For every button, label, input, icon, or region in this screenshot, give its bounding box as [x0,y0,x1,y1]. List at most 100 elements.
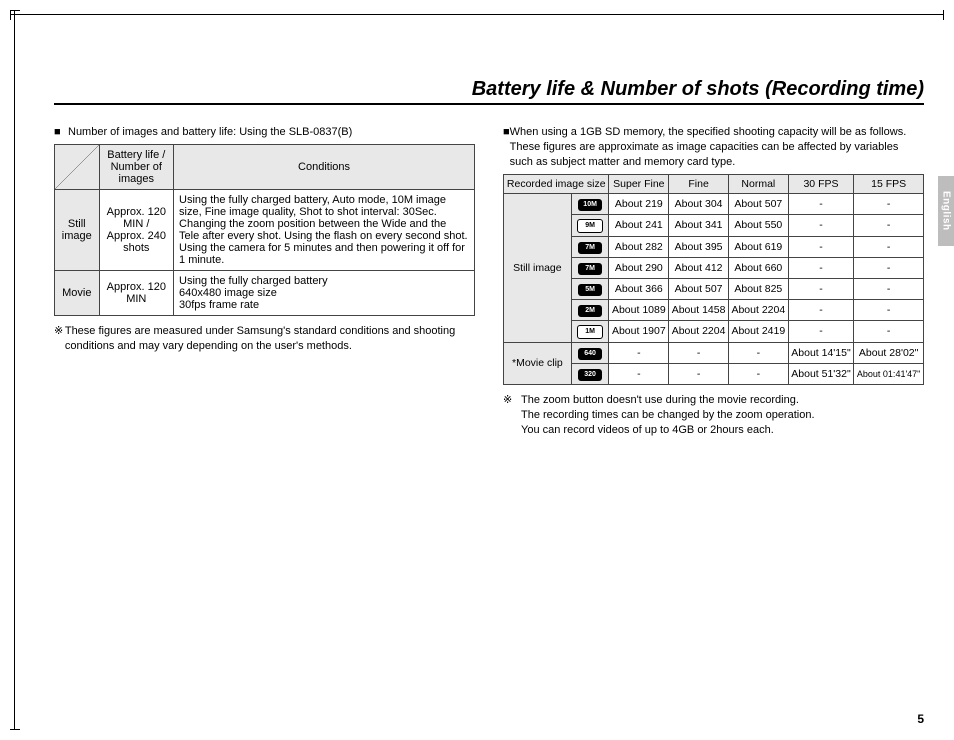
table-header: Battery life / Number of images [99,144,173,189]
table-cell: - [788,278,854,299]
right-bullet-text: When using a 1GB SD memory, the specifie… [510,125,924,170]
page-content: Battery life & Number of shots (Recordin… [54,40,924,710]
page-number: 5 [917,712,924,726]
table-cell: - [669,342,729,363]
table-cell: Approx. 120 MIN / Approx. 240 shots [99,189,173,270]
table-cell: - [788,257,854,278]
table-cell: About 219 [609,193,669,214]
size-icon-cell: 640 [571,342,609,363]
right-note-text: The zoom button doesn't use during the m… [521,393,799,408]
table-header: 30 FPS [788,174,854,193]
table-cell: About 507 [669,278,729,299]
table-cell: - [788,193,854,214]
table-cell: About 507 [728,193,788,214]
table-cell: About 341 [669,214,729,236]
right-bullet: ■ When using a 1GB SD memory, the specif… [503,125,924,170]
size-icon-cell: 320 [571,363,609,384]
table-cell: About 660 [728,257,788,278]
reference-mark-icon: ※ [503,393,521,408]
table-cell: About 01:41'47" [854,363,924,384]
table-cell: About 1907 [609,320,669,342]
table-cell: - [854,278,924,299]
size-icon-cell: 7M [571,257,609,278]
size-icon-cell: 7M [571,236,609,257]
left-bullet-text: Number of images and battery life: Using… [68,125,352,140]
size-icon-cell: 9M [571,214,609,236]
size-icon-cell: 2M [571,299,609,320]
size-icon: 320 [578,369,602,381]
table-row-label: Movie [55,270,100,315]
table-header: Super Fine [609,174,669,193]
size-icon: 640 [578,348,602,360]
battery-life-table: Battery life / Number of images Conditio… [54,144,475,316]
size-icon: 7M [578,242,602,254]
table-cell: - [854,320,924,342]
language-tab: English [938,176,954,246]
table-cell: About 1089 [609,299,669,320]
table-header: Fine [669,174,729,193]
table-cell: About 14'15" [788,342,854,363]
page-title: Battery life & Number of shots (Recordin… [54,78,924,105]
left-note: ※ These figures are measured under Samsu… [54,324,475,355]
table-cell: About 241 [609,214,669,236]
table-cell: About 395 [669,236,729,257]
table-cell: About 1458 [669,299,729,320]
table-cell: - [728,363,788,384]
crop-mark-top [10,14,944,15]
table-cell: - [609,342,669,363]
table-cell: About 412 [669,257,729,278]
size-icon: 7M [578,263,602,275]
table-cell: - [854,193,924,214]
table-cell: - [788,299,854,320]
right-note-line3: You can record videos of up to 4GB or 2h… [521,423,924,438]
table-cell: - [728,342,788,363]
size-icon-cell: 5M [571,278,609,299]
right-column: ■ When using a 1GB SD memory, the specif… [503,123,924,439]
table-group-label: Still image [504,193,572,342]
table-row-label: Still image [55,189,100,270]
size-icon: 9M [577,219,603,233]
square-bullet-icon: ■ [503,125,510,170]
table-cell: About 2204 [669,320,729,342]
table-cell: About 51'32" [788,363,854,384]
table-cell: About 28'02" [854,342,924,363]
table-cell: Approx. 120 MIN [99,270,173,315]
square-bullet-icon: ■ [54,125,68,140]
table-header: Conditions [174,144,475,189]
right-note: ※ The zoom button doesn't use during the… [503,393,924,408]
table-cell: - [788,214,854,236]
size-icon-cell: 10M [571,193,609,214]
left-column: ■ Number of images and battery life: Usi… [54,123,475,439]
reference-mark-icon: ※ [54,324,65,355]
table-cell: - [669,363,729,384]
table-cell: - [854,257,924,278]
table-header: Normal [728,174,788,193]
table-cell: - [854,214,924,236]
size-icon: 10M [578,199,602,211]
table-cell: - [788,320,854,342]
table-header: 15 FPS [854,174,924,193]
table-cell: Using the fully charged battery 640x480 … [174,270,475,315]
left-bullet: ■ Number of images and battery life: Usi… [54,125,475,140]
table-cell: About 290 [609,257,669,278]
size-icon: 1M [577,325,603,339]
table-cell: About 366 [609,278,669,299]
table-cell: - [854,236,924,257]
table-cell: - [854,299,924,320]
table-header: Recorded image size [504,174,609,193]
table-cell: About 2204 [728,299,788,320]
table-cell: - [788,236,854,257]
table-cell: About 550 [728,214,788,236]
crop-mark-left [14,10,15,730]
table-group-label: *Movie clip [504,342,572,384]
table-cell: About 2419 [728,320,788,342]
table-cell: - [609,363,669,384]
table-diagonal-cell [55,144,100,189]
table-cell: About 282 [609,236,669,257]
table-cell: Using the fully charged battery, Auto mo… [174,189,475,270]
table-cell: About 304 [669,193,729,214]
size-icon: 5M [578,284,602,296]
capacity-table: Recorded image size Super Fine Fine Norm… [503,174,924,385]
left-note-text: These figures are measured under Samsung… [65,324,475,355]
language-tab-label: English [941,191,952,231]
